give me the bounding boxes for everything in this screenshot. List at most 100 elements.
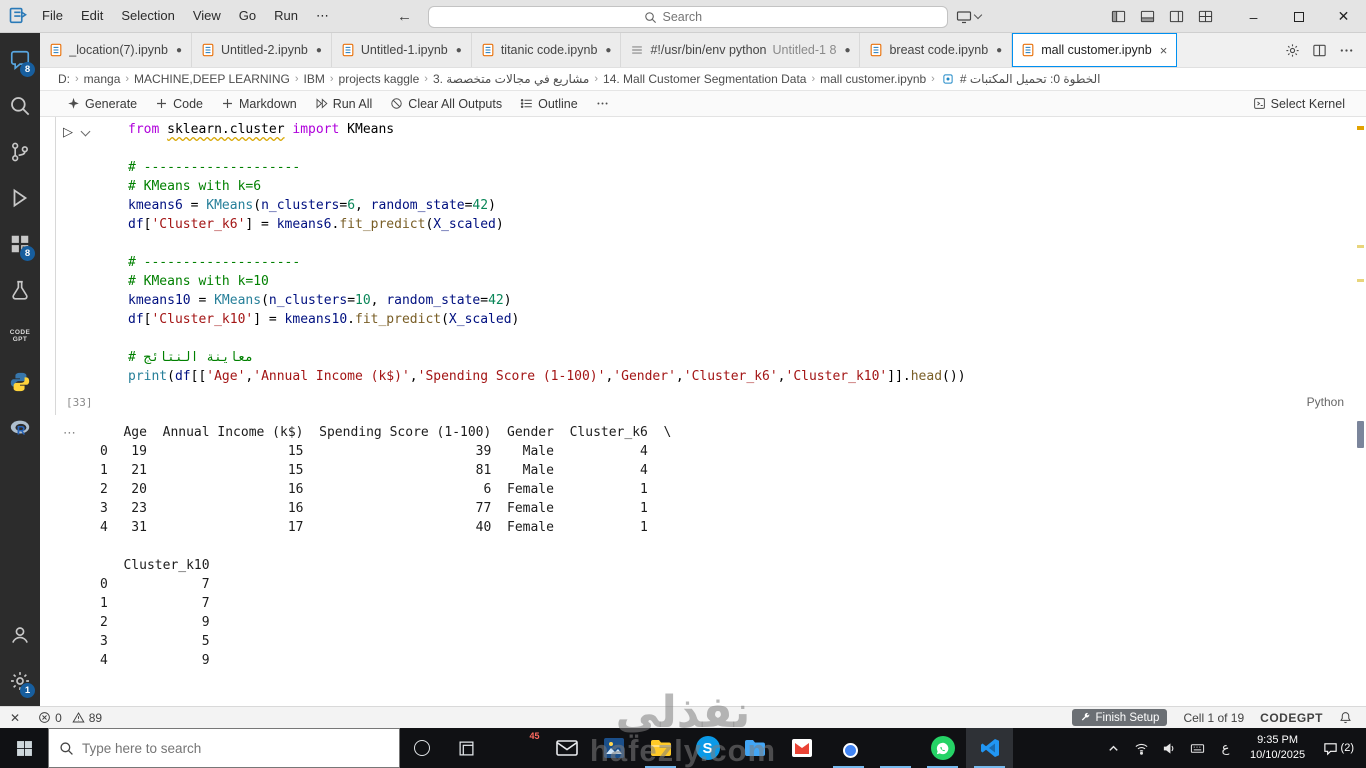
code-line[interactable]: # KMeans with k=10 (128, 272, 1354, 291)
activitybar-extensions-icon[interactable]: 8 (0, 221, 40, 267)
taskbar-app-gmail[interactable] (778, 728, 825, 768)
taskbar-app-media-player[interactable]: 45 (496, 728, 543, 768)
breadcrumb-item-projects-kaggle[interactable]: projects kaggle (339, 72, 420, 86)
code-line[interactable]: # معاينة النتائج (128, 348, 1354, 367)
notifications-bell-icon[interactable] (1331, 707, 1360, 728)
code-line[interactable]: kmeans10 = KMeans(n_clusters=10, random_… (128, 291, 1354, 310)
more-actions-icon[interactable] (1339, 43, 1354, 58)
taskbar-search-input[interactable] (82, 740, 322, 756)
menu-view[interactable]: View (185, 5, 229, 27)
volume-icon[interactable] (1157, 728, 1183, 768)
breadcrumb-item-ibm[interactable]: IBM (304, 72, 325, 86)
remote-indicator[interactable]: ✕ (0, 707, 30, 728)
language-indicator[interactable]: ع (1213, 728, 1239, 768)
code-line[interactable]: from sklearn.cluster import KMeans (128, 120, 1354, 139)
tab-modified-dot-icon[interactable]: ● (176, 45, 182, 56)
codegpt-status[interactable]: CODEGPT (1252, 707, 1331, 728)
code-line[interactable]: print(df[['Age','Annual Income (k$)','Sp… (128, 367, 1354, 386)
activitybar-source-control-icon[interactable] (0, 129, 40, 175)
customize-layout-icon[interactable] (1198, 9, 1213, 24)
cell-language-label[interactable]: Python (1307, 395, 1344, 409)
maximize-button[interactable] (1276, 0, 1321, 33)
task-view-button[interactable] (444, 728, 488, 768)
taskbar-clock[interactable]: 9:35 PM 10/10/2025 (1241, 733, 1315, 763)
menu-run[interactable]: Run (266, 5, 306, 27)
command-center-search[interactable] (428, 6, 948, 28)
code-line[interactable]: kmeans6 = KMeans(n_clusters=6, random_st… (128, 196, 1354, 215)
taskbar-app-vscode[interactable] (966, 728, 1013, 768)
code-button[interactable]: Code (148, 95, 210, 113)
taskbar-app-onedrive-folder[interactable] (731, 728, 778, 768)
taskbar-app-chrome[interactable] (825, 728, 872, 768)
activitybar-run-and-debug-icon[interactable] (0, 175, 40, 221)
taskbar-app-mail[interactable] (543, 728, 590, 768)
code-line[interactable]: # -------------------- (128, 158, 1354, 177)
cortana-button[interactable] (400, 728, 444, 768)
taskbar-app-photos[interactable] (590, 728, 637, 768)
collapse-cell-icon[interactable] (80, 126, 91, 137)
menu-edit[interactable]: Edit (73, 5, 111, 27)
code-line[interactable]: # -------------------- (128, 253, 1354, 272)
activitybar-codegpt-icon[interactable]: CODE GPT (0, 313, 40, 359)
tab-titanic-code-ipynb[interactable]: titanic code.ipynb ● (471, 33, 622, 67)
more-button[interactable] (589, 95, 616, 112)
activitybar-account-icon[interactable] (0, 612, 40, 658)
tab-n-site-location-7-ipynb[interactable]: n_site_location(7).ipynb ● (40, 33, 192, 67)
tab-modified-dot-icon[interactable]: ● (996, 45, 1002, 56)
problems-indicator[interactable]: 0 89 (30, 707, 110, 728)
cell-position-indicator[interactable]: Cell 1 of 19 (1175, 707, 1252, 728)
notebook-editor[interactable]: ▷ from sklearn.cluster import KMeans # -… (40, 117, 1366, 706)
code-line[interactable] (128, 234, 1354, 253)
action-center-button[interactable]: (2) (1317, 741, 1362, 756)
tab-modified-dot-icon[interactable]: ● (844, 45, 850, 56)
taskbar-app-skype[interactable]: S (684, 728, 731, 768)
generate-button[interactable]: Generate (60, 95, 144, 113)
breadcrumb-item-3[interactable]: 3. مشاريع في مجالات متخصصة (433, 72, 589, 86)
code-line[interactable] (128, 139, 1354, 158)
search-input[interactable] (662, 10, 733, 24)
breadcrumb-item-machine-deep-learning[interactable]: MACHINE,DEEP LEARNING (134, 72, 290, 86)
menu-item[interactable]: ⋯ (308, 5, 337, 27)
scrollbar-thumb[interactable] (1357, 421, 1364, 448)
taskbar-app-firefox[interactable] (872, 728, 919, 768)
taskbar-search[interactable] (48, 728, 400, 768)
select-kernel-button[interactable]: Select Kernel (1246, 95, 1352, 113)
run-all-button[interactable]: Run All (308, 95, 380, 113)
tab-untitled-2-ipynb[interactable]: Untitled-2.ipynb ● (192, 33, 332, 67)
run-cell-icon[interactable]: ▷ (63, 123, 73, 140)
screencast-icon[interactable] (956, 9, 983, 25)
markdown-button[interactable]: Markdown (214, 95, 304, 113)
activitybar-copilot-chat-icon[interactable]: 8 (0, 37, 40, 83)
menu-selection[interactable]: Selection (113, 5, 182, 27)
activitybar-testing-icon[interactable] (0, 267, 40, 313)
tray-chevron-up-icon[interactable] (1101, 728, 1127, 768)
tab-close-icon[interactable]: × (1160, 43, 1168, 58)
activitybar-python-icon[interactable] (0, 359, 40, 405)
network-icon[interactable] (1129, 728, 1155, 768)
toggle-secondary-sidebar-icon[interactable] (1169, 9, 1184, 24)
toggle-panel-icon[interactable] (1140, 9, 1155, 24)
notebook-cell[interactable]: ▷ from sklearn.cluster import KMeans # -… (55, 117, 1354, 415)
minimize-button[interactable]: – (1231, 0, 1276, 33)
code-line[interactable] (128, 329, 1354, 348)
tab-modified-dot-icon[interactable]: ● (605, 45, 611, 56)
activitybar-settings-icon[interactable]: 1 (0, 658, 40, 704)
tab-usr-bin-env-python[interactable]: #!/usr/bin/env python Untitled-1 8 ● (621, 33, 861, 67)
code-line[interactable]: df['Cluster_k6'] = kmeans6.fit_predict(X… (128, 215, 1354, 234)
menu-file[interactable]: File (34, 5, 71, 27)
code-line[interactable]: # KMeans with k=6 (128, 177, 1354, 196)
tab-breast-code-ipynb[interactable]: breast code.ipynb ● (860, 33, 1013, 67)
back-arrow-icon[interactable]: ← (397, 8, 412, 25)
gear-icon[interactable] (1285, 43, 1300, 58)
start-button[interactable] (0, 728, 48, 768)
taskbar-app-whatsapp[interactable] (919, 728, 966, 768)
activitybar-search-icon[interactable] (0, 83, 40, 129)
code-line[interactable]: df['Cluster_k10'] = kmeans10.fit_predict… (128, 310, 1354, 329)
tab-modified-dot-icon[interactable]: ● (316, 45, 322, 56)
code-editor[interactable]: from sklearn.cluster import KMeans # ---… (128, 120, 1354, 386)
breadcrumb-item-mall-customer-ipynb[interactable]: mall customer.ipynb (820, 72, 926, 86)
toggle-sidebar-icon[interactable] (1111, 9, 1126, 24)
tab-mall-customer-ipynb[interactable]: mall customer.ipynb × (1012, 33, 1178, 67)
outline-button[interactable]: Outline (513, 95, 585, 113)
clear-all-outputs-button[interactable]: Clear All Outputs (383, 95, 509, 113)
